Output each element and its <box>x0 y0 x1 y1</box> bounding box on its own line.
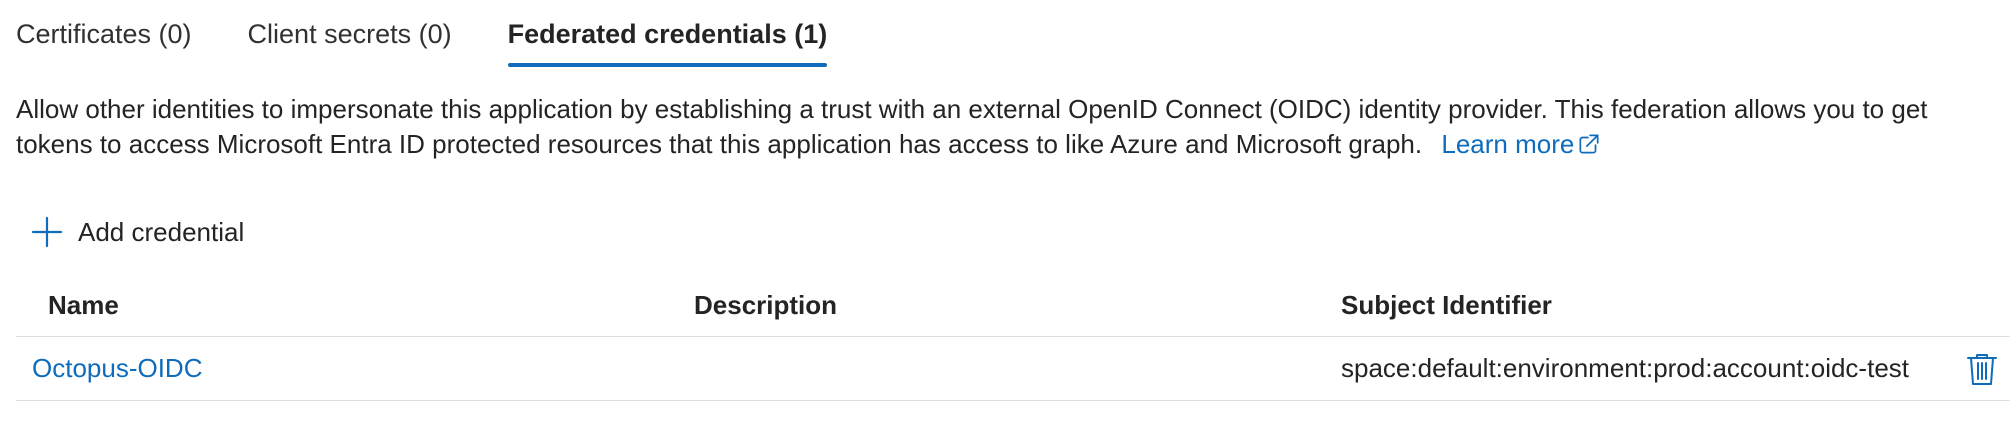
federated-credentials-table: Name Description Subject Identifier Octo… <box>16 278 2010 401</box>
credential-subject-identifier: space:default:environment:prod:account:o… <box>1341 353 1910 383</box>
learn-more-link[interactable]: Learn more <box>1441 129 1602 159</box>
add-credential-button[interactable]: Add credential <box>30 212 244 252</box>
tab-client-secrets[interactable]: Client secrets (0) <box>248 0 452 60</box>
plus-icon <box>31 216 63 248</box>
column-header-subject-identifier[interactable]: Subject Identifier <box>1341 290 1552 321</box>
credentials-tabs: Certificates (0) Client secrets (0) Fede… <box>16 0 883 67</box>
table-header: Name Description Subject Identifier <box>16 278 2010 337</box>
column-header-name[interactable]: Name <box>48 290 119 321</box>
table-row: Octopus-OIDC space:default:environment:p… <box>16 337 2010 401</box>
trash-icon[interactable] <box>1965 351 1999 387</box>
tab-federated-credentials[interactable]: Federated credentials (1) <box>507 0 827 67</box>
external-link-icon <box>1579 134 1599 154</box>
learn-more-label: Learn more <box>1441 129 1575 159</box>
description-text: Allow other identities to impersonate th… <box>16 94 1928 159</box>
add-credential-label: Add credential <box>78 216 245 247</box>
credential-name-link[interactable]: Octopus-OIDC <box>32 353 203 384</box>
tab-certificates[interactable]: Certificates (0) <box>16 0 192 60</box>
federation-description: Allow other identities to impersonate th… <box>16 92 1996 162</box>
column-header-description[interactable]: Description <box>694 290 837 321</box>
